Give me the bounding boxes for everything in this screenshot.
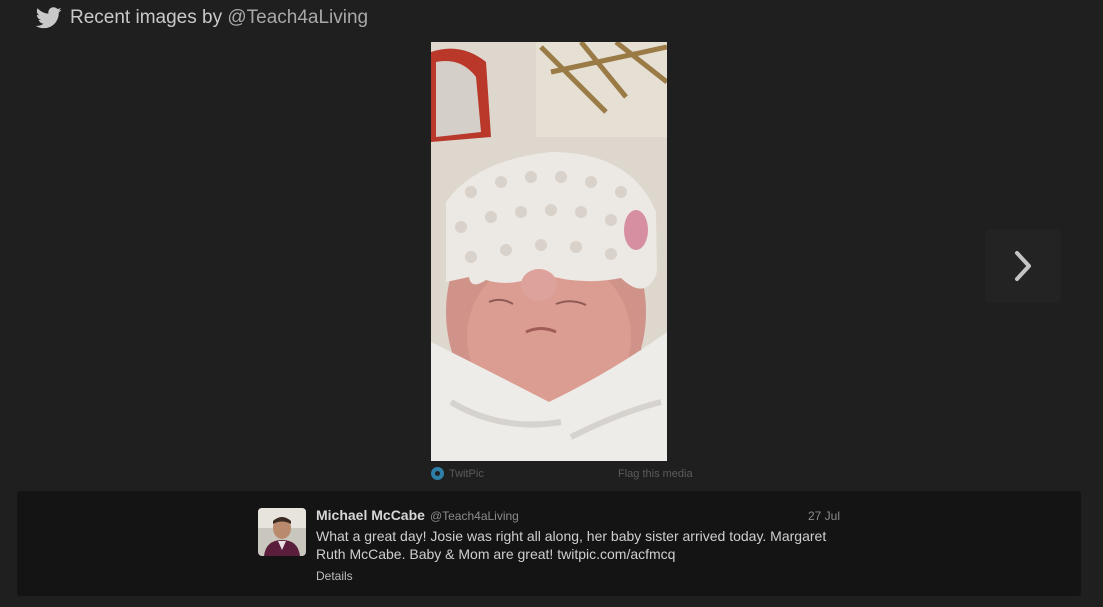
tweet-author-handle[interactable]: @Teach4aLiving	[430, 509, 519, 523]
tweet-author-name[interactable]: Michael McCabe	[316, 507, 425, 523]
twitpic-link[interactable]: TwitPic	[431, 467, 484, 480]
modal-header: Recent images by @Teach4aLiving	[36, 5, 368, 31]
tweet-timestamp[interactable]: 27 Jul	[808, 509, 840, 523]
header-title: Recent images by @Teach4aLiving	[70, 7, 368, 29]
header-handle-link[interactable]: @Teach4aLiving	[227, 7, 368, 28]
tweet-panel: Michael McCabe @Teach4aLiving 27 Jul Wha…	[17, 491, 1081, 596]
header-title-prefix: Recent images by	[70, 7, 228, 28]
twitpic-label: TwitPic	[449, 467, 484, 480]
flag-media-link[interactable]: Flag this media	[618, 468, 693, 480]
avatar[interactable]	[258, 508, 306, 556]
tweet-body: Michael McCabe @Teach4aLiving 27 Jul Wha…	[316, 507, 856, 585]
twitpic-icon	[431, 467, 444, 480]
media-meta: TwitPic Flag this media	[431, 467, 693, 483]
tweet-text: What a great day! Josie was right all al…	[316, 528, 827, 562]
next-image-button[interactable]	[985, 229, 1061, 303]
twitter-bird-icon	[36, 7, 62, 29]
tweet-details-link[interactable]: Details	[316, 569, 353, 583]
tweet-header: Michael McCabe @Teach4aLiving 27 Jul	[316, 507, 856, 525]
media-photo	[431, 42, 667, 461]
chevron-right-icon	[1015, 251, 1031, 281]
